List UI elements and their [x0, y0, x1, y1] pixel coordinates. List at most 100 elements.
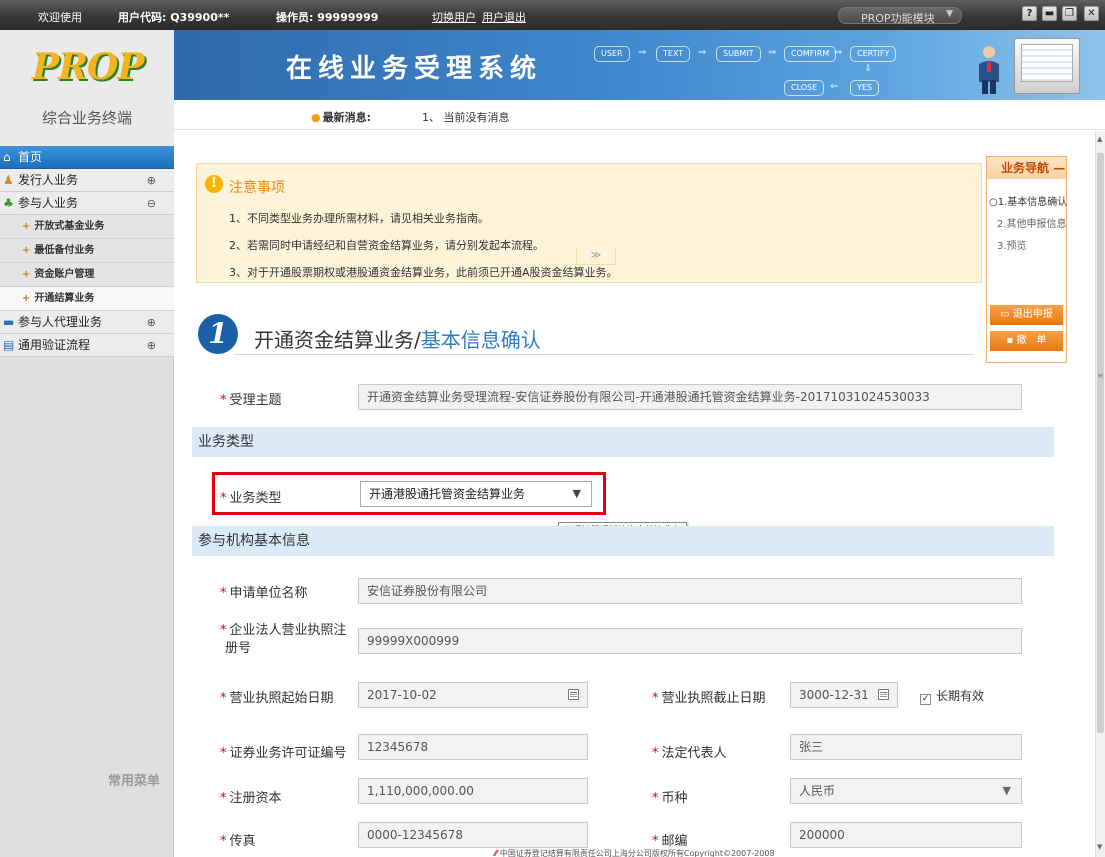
long-valid-label: 长期有效: [936, 689, 985, 703]
sidebar-subitem-label: 资金账户管理: [34, 269, 95, 280]
sidebar-subitem-open-fund[interactable]: + 开放式基金业务: [0, 215, 174, 239]
nav-step-2[interactable]: 2.其他申报信息: [997, 215, 1067, 230]
module-select[interactable]: PROP功能模块 ▼: [838, 7, 962, 25]
flow-user: USER: [594, 46, 630, 62]
switch-user-link[interactable]: 切换用户: [432, 9, 476, 25]
permit-field[interactable]: 12345678: [358, 734, 588, 760]
logout-link[interactable]: 用户退出: [482, 9, 526, 25]
news-bar: ● 最新消息: 1、 当前没有消息: [174, 100, 1105, 130]
flow-yes: YES: [850, 80, 880, 96]
biz-type-select[interactable]: 开通港股通托管资金结算业务 ▼: [360, 481, 592, 507]
top-bar: 欢迎使用 用户代码: Q39900** 操作员: 99999999 切换用户 用…: [0, 0, 1105, 30]
footer: ⁄⁄ 中国证券登记结算有限责任公司上海分公司版权所有Copyright©2007…: [174, 847, 1095, 857]
scroll-down-icon[interactable]: ▼: [1097, 843, 1102, 851]
flow-certify: CERTIFY: [850, 46, 897, 62]
subject-label: * 受理主题: [220, 393, 282, 408]
license-no-field[interactable]: 99999X000999: [358, 628, 1022, 654]
nav-step-1[interactable]: ○1.基本信息确认: [989, 193, 1067, 208]
long-valid-checkbox[interactable]: ✓ 长期有效: [920, 687, 984, 705]
biz-type-value: 开通港股通托管资金结算业务: [369, 487, 526, 501]
exit-filing-button[interactable]: ▭ 退出申报: [990, 305, 1063, 325]
scroll-up-icon[interactable]: ▲: [1097, 135, 1102, 143]
arrow-right-icon: ⇒: [698, 47, 707, 58]
capital-field[interactable]: 1,110,000,000.00: [358, 778, 588, 804]
sidebar-subitem-min-reserve[interactable]: + 最低备付业务: [0, 239, 174, 263]
expand-icon[interactable]: ⊕: [147, 169, 156, 192]
legal-rep-label: * 法定代表人: [652, 746, 727, 761]
notice-panel: ! 注意事项 1、不同类型业务办理所需材料，请见相关业务指南。 2、若需同时申请…: [196, 163, 982, 283]
sidebar-subitem-label: 开放式基金业务: [34, 221, 105, 232]
collapse-icon[interactable]: —: [1053, 161, 1065, 175]
verify-icon: ▤: [3, 338, 15, 352]
favorites-label[interactable]: 常用菜单: [108, 770, 160, 789]
sidebar-item-verify[interactable]: ▤ 通用验证流程 ⊕: [0, 334, 174, 357]
calendar-icon[interactable]: [878, 689, 889, 700]
sidebar-subitem-label: 开通结算业务: [34, 293, 95, 304]
flow-submit: SUBMIT: [716, 46, 761, 62]
collapse-icon[interactable]: ⊖: [147, 192, 156, 215]
license-start-field[interactable]: 2017-10-02: [358, 682, 588, 708]
arrow-left-icon: ⇐: [830, 81, 839, 92]
notice-line: 2、若需同时申请经纪和自营资金结算业务，请分别发起本流程。: [229, 239, 544, 252]
grip-icon: ≡: [1097, 371, 1104, 380]
arrow-right-icon: ⇒: [638, 47, 647, 58]
scrollbar-thumb[interactable]: [1097, 153, 1104, 733]
withdraw-button[interactable]: ▪ 撤 单: [990, 331, 1063, 351]
close-button[interactable]: ✕: [1084, 6, 1099, 21]
page-title-sub: 基本信息确认: [420, 328, 541, 352]
subject-field[interactable]: 开通资金结算业务受理流程-安信证券股份有限公司-开通港股通托管资金结算业务-20…: [358, 384, 1022, 410]
exit-filing-label: 退出申报: [1012, 309, 1053, 320]
currency-select[interactable]: 人民币 ▼: [790, 778, 1022, 804]
chat-icon: ▭: [1000, 309, 1013, 320]
fax-field[interactable]: 0000-12345678: [358, 822, 588, 848]
sidebar-item-home[interactable]: ⌂ 首页: [0, 146, 174, 169]
businessman-icon: [979, 46, 999, 94]
footer-text: 中国证券登记结算有限责任公司上海分公司版权所有Copyright©2007-20…: [499, 849, 775, 857]
help-button[interactable]: ?: [1022, 6, 1037, 21]
currency-label: * 币种: [652, 791, 688, 806]
vertical-scrollbar[interactable]: ▲ ≡ ▼: [1095, 131, 1105, 857]
sidebar-item-label: 参与人代理业务: [18, 315, 103, 329]
zip-field[interactable]: 200000: [790, 822, 1022, 848]
chevron-down-icon: ▼: [946, 9, 953, 19]
logo-area: PROP 综合业务终端: [0, 30, 174, 146]
org-name-field[interactable]: 安信证券股份有限公司: [358, 578, 1022, 604]
prop-logo: PROP: [32, 46, 144, 88]
sidebar-item-label: 通用验证流程: [18, 338, 91, 352]
business-nav-panel: 业务导航 — ○1.基本信息确认 2.其他申报信息 3.预览 ▭ 退出申报 ▪ …: [986, 156, 1067, 363]
sidebar-item-label: 发行人业务: [18, 173, 79, 187]
maximize-button[interactable]: ❐: [1062, 6, 1077, 21]
calendar-icon[interactable]: [568, 689, 579, 700]
notice-expand-button[interactable]: ≫: [576, 249, 616, 265]
header-banner: 在线业务受理系统 USER ⇒ TEXT ⇒ SUBMIT ⇒ COMFIRM …: [174, 30, 1105, 100]
sidebar-subitem-fund-account[interactable]: + 资金账户管理: [0, 263, 174, 287]
agent-icon: ▬: [3, 315, 15, 329]
license-end-field[interactable]: 3000-12-31: [790, 682, 898, 708]
legal-rep-field[interactable]: 张三: [790, 734, 1022, 760]
business-nav-title: 业务导航: [1001, 161, 1050, 175]
expand-icon[interactable]: ⊕: [147, 311, 156, 334]
title-divider: [234, 354, 974, 355]
sidebar-item-label: 参与人业务: [18, 196, 79, 210]
welcome-text: 欢迎使用: [38, 11, 82, 24]
step-number-badge: 1: [198, 314, 238, 354]
flow-confirm: COMFIRM: [784, 46, 837, 62]
sidebar-subitem-open-settlement[interactable]: + 开通结算业务: [0, 287, 174, 311]
nav-step-3[interactable]: 3.预览: [997, 237, 1027, 252]
business-nav-header[interactable]: 业务导航 —: [987, 157, 1066, 179]
minimize-button[interactable]: ▬: [1042, 6, 1057, 21]
sidebar-item-participant[interactable]: ♣ 参与人业务 ⊖: [0, 192, 174, 215]
expand-icon[interactable]: ⊕: [147, 334, 156, 357]
news-dot-icon: ●: [311, 111, 321, 124]
sidebar-item-agent[interactable]: ▬ 参与人代理业务 ⊕: [0, 311, 174, 334]
sidebar-item-issuer[interactable]: ♟ 发行人业务 ⊕: [0, 169, 174, 192]
page-title: 开通资金结算业务/基本信息确认: [254, 324, 541, 353]
license-end-value: 3000-12-31: [799, 688, 869, 702]
arrow-down-icon: ⇓: [864, 63, 873, 74]
currency-value: 人民币: [799, 784, 836, 798]
license-start-label: * 营业执照起始日期: [220, 691, 334, 706]
chevron-down-icon: ▼: [572, 487, 581, 500]
main-content: ! 注意事项 1、不同类型业务办理所需材料，请见相关业务指南。 2、若需同时申请…: [174, 131, 1095, 857]
system-title: 在线业务受理系统: [286, 54, 543, 84]
app-window: 欢迎使用 用户代码: Q39900** 操作员: 99999999 切换用户 用…: [0, 0, 1105, 857]
